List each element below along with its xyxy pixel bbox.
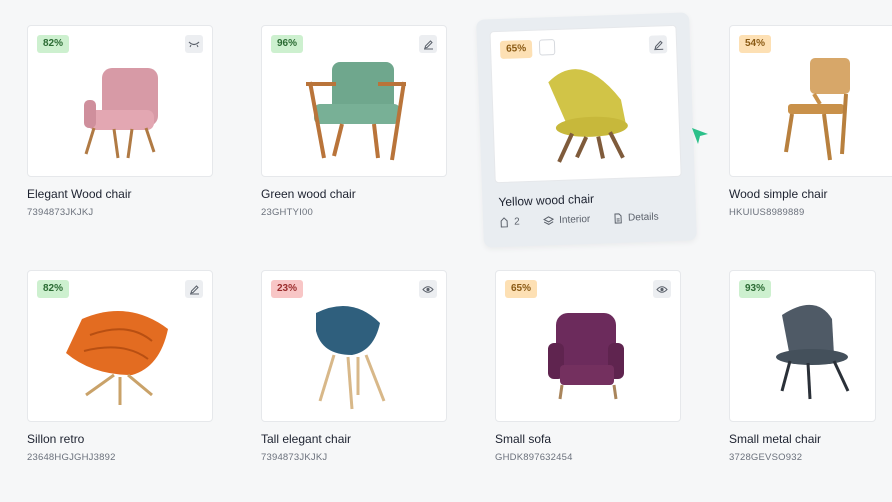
selected-product-card[interactable]: 65% Yellow wood chair 2 Interior Details xyxy=(476,12,697,248)
layers-icon xyxy=(543,216,555,225)
product-name[interactable]: Wood simple chair xyxy=(729,187,827,201)
edit-button[interactable] xyxy=(185,280,203,298)
score-badge: 96% xyxy=(271,35,304,53)
product-card[interactable]: 93% Small metal chair 3728GEVSO932 xyxy=(729,270,892,463)
edit-icon xyxy=(423,39,433,49)
edit-button[interactable] xyxy=(419,35,437,53)
product-card[interactable]: 23% Tall elegant chair 7394873JKJKJ xyxy=(261,270,447,463)
details-link[interactable]: Details xyxy=(613,212,659,225)
product-image-box[interactable]: 54% xyxy=(729,25,892,177)
edit-button[interactable] xyxy=(648,35,668,54)
product-card[interactable]: 82% Elegant Wood chair 7394873JKJKJ xyxy=(27,25,213,218)
product-sku: 23GHTYI00 xyxy=(261,207,313,218)
select-checkbox[interactable] xyxy=(538,39,556,56)
product-sku: GHDK897632454 xyxy=(495,452,573,463)
edit-icon xyxy=(189,284,199,294)
product-name[interactable]: Elegant Wood chair xyxy=(27,187,132,201)
product-card[interactable]: 65% Small sofa GHDK897632454 xyxy=(495,270,681,463)
product-name[interactable]: Small metal chair xyxy=(729,432,821,446)
score-badge: 23% xyxy=(271,280,304,298)
view-button[interactable] xyxy=(419,280,437,298)
view-button[interactable] xyxy=(653,280,671,298)
score-badge: 65% xyxy=(499,39,533,59)
product-sku: HKUIUS8989889 xyxy=(729,207,805,218)
product-image-box[interactable]: 93% xyxy=(729,270,876,422)
eye-icon xyxy=(422,285,434,293)
product-image-box[interactable]: 65% xyxy=(495,270,681,422)
details-label: Details xyxy=(627,211,659,224)
product-name[interactable]: Green wood chair xyxy=(261,187,356,201)
score-badge: 82% xyxy=(37,280,70,298)
hide-button[interactable] xyxy=(185,35,203,53)
product-card[interactable]: 82% Sillon retro 23648HGJGHJ3892 xyxy=(27,270,213,463)
category-link[interactable]: Interior xyxy=(543,214,590,227)
product-sku: 7394873JKJKJ xyxy=(261,452,328,463)
product-image-box[interactable]: 96% xyxy=(261,25,447,177)
product-image-box[interactable]: 23% xyxy=(261,270,447,422)
product-image-box[interactable]: 82% xyxy=(27,25,213,177)
score-badge: 93% xyxy=(739,280,772,298)
product-sku: 3728GEVSO932 xyxy=(729,452,803,463)
variant-count[interactable]: 2 xyxy=(499,216,520,228)
score-badge: 82% xyxy=(37,35,70,53)
cursor-arrow-icon xyxy=(692,128,708,144)
product-card[interactable]: 96% Green wood chair 23GHTYI00 xyxy=(261,25,447,218)
product-name[interactable]: Tall elegant chair xyxy=(261,432,351,446)
product-name[interactable]: Small sofa xyxy=(495,432,551,446)
document-icon xyxy=(614,213,622,224)
product-image-box[interactable]: 65% xyxy=(489,24,682,184)
product-sku: 7394873JKJKJ xyxy=(27,207,94,218)
product-card[interactable]: 54% Wood simple chair HKUIUS8989889 xyxy=(729,25,892,218)
product-sku: 23648HGJGHJ3892 xyxy=(27,452,116,463)
eye-icon xyxy=(656,285,668,293)
edit-icon xyxy=(653,40,663,50)
product-name[interactable]: Sillon retro xyxy=(27,432,84,446)
product-name[interactable]: Yellow wood chair xyxy=(498,192,594,209)
hide-icon xyxy=(188,41,200,48)
score-badge: 65% xyxy=(505,280,538,298)
score-badge: 54% xyxy=(739,35,772,53)
variant-count-label: 2 xyxy=(513,216,520,228)
variant-icon xyxy=(500,217,508,228)
category-label: Interior xyxy=(558,213,591,227)
product-image-box[interactable]: 82% xyxy=(27,270,213,422)
